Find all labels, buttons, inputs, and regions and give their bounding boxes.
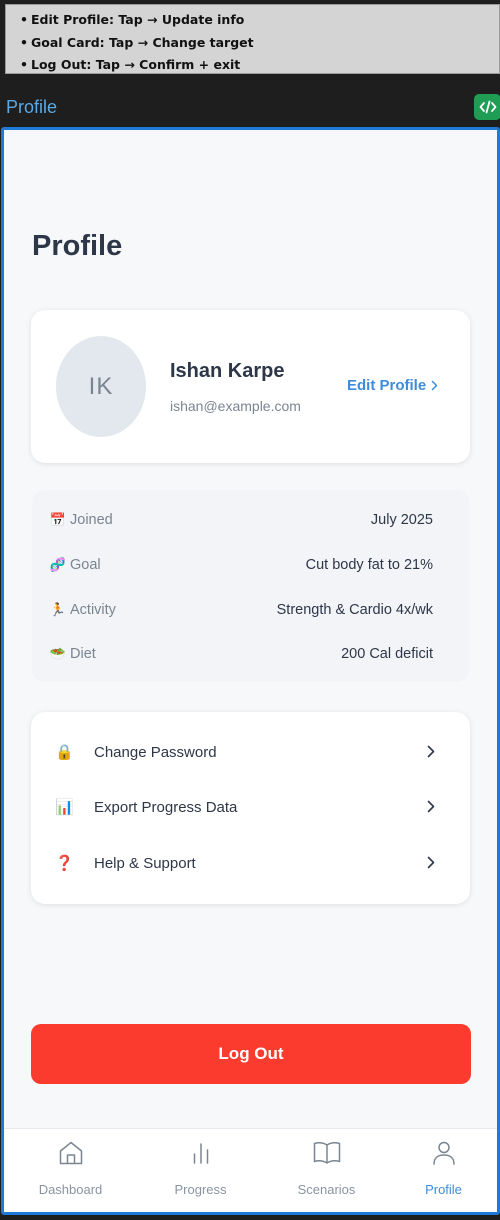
info-row-goal: 🧬 Goal Cut body fat to 21%	[49, 554, 433, 576]
preview-header: Profile	[0, 75, 500, 127]
info-label: Goal	[70, 557, 101, 573]
preview-title: Profile	[6, 97, 58, 117]
page-title: Profile	[32, 230, 123, 262]
bar-chart-icon: 📊	[55, 799, 74, 816]
dna-icon: 🧬	[49, 557, 67, 572]
info-value: 200 Cal deficit	[341, 646, 433, 662]
user-email: ishan@example.com	[170, 398, 301, 414]
tab-label: Progress	[174, 1182, 227, 1197]
note-item: Edit Profile: Tap → Update info	[20, 10, 499, 33]
tab-label: Profile	[425, 1182, 462, 1197]
info-label: Joined	[70, 512, 113, 528]
profile-card: IK Ishan Karpe ishan@example.com Edit Pr…	[31, 310, 470, 463]
chevron-right-icon	[427, 800, 435, 813]
export-progress-item[interactable]: 📊 Export Progress Data	[31, 783, 470, 831]
tab-progress[interactable]: Progress	[139, 1129, 262, 1212]
info-label: Activity	[70, 602, 116, 618]
info-row-activity: 🏃 Activity Strength & Cardio 4x/wk	[49, 599, 433, 621]
tab-profile[interactable]: Profile	[382, 1129, 497, 1212]
chevron-right-icon	[431, 380, 438, 391]
edit-profile-button[interactable]: Edit Profile	[347, 377, 438, 394]
question-mark-icon: ❓	[55, 855, 74, 872]
info-row-diet: 🥗 Diet 200 Cal deficit	[49, 643, 433, 665]
avatar: IK	[56, 336, 146, 437]
home-icon	[59, 1141, 82, 1165]
menu-item-label: Export Progress Data	[94, 798, 238, 816]
settings-menu: 🔒 Change Password 📊 Export Progress Data…	[31, 712, 470, 904]
avatar-initials: IK	[88, 372, 114, 400]
annotation-notes: Edit Profile: Tap → Update info Goal Car…	[5, 4, 500, 75]
goal-card[interactable]: 📅 Joined July 2025 🧬 Goal Cut body fat to …	[32, 490, 469, 682]
lock-icon: 🔒	[55, 744, 74, 761]
info-row-joined: 📅 Joined July 2025	[49, 509, 433, 531]
tab-label: Scenarios	[297, 1182, 356, 1197]
menu-item-label: Help & Support	[94, 854, 196, 872]
info-value: Strength & Cardio 4x/wk	[276, 602, 433, 618]
calendar-icon: 📅	[49, 512, 67, 527]
book-icon	[313, 1142, 340, 1164]
tab-scenarios[interactable]: Scenarios	[265, 1129, 388, 1212]
user-icon	[432, 1141, 455, 1165]
logout-button[interactable]: Log Out	[31, 1024, 471, 1084]
chevron-right-icon	[427, 745, 435, 758]
chevron-right-icon	[427, 856, 435, 869]
code-icon	[479, 100, 496, 114]
bar-chart-icon	[193, 1143, 208, 1164]
info-value: July 2025	[370, 512, 433, 528]
tab-dashboard[interactable]: Dashboard	[9, 1129, 132, 1212]
tab-label: Dashboard	[38, 1182, 103, 1197]
change-password-item[interactable]: 🔒 Change Password	[31, 728, 470, 776]
bottom-tab-bar: Dashboard Progress Scenarios Profile	[4, 1128, 497, 1212]
menu-item-label: Change Password	[94, 743, 217, 761]
help-support-item[interactable]: ❓ Help & Support	[31, 839, 470, 887]
info-value: Cut body fat to 21%	[305, 557, 433, 573]
runner-icon: 🏃	[49, 602, 67, 617]
user-name: Ishan Karpe	[170, 360, 285, 382]
info-label: Diet	[70, 646, 96, 662]
phone-screen: Profile IK Ishan Karpe ishan@example.com…	[1, 127, 500, 1215]
salad-icon: 🥗	[49, 646, 67, 661]
edit-profile-label: Edit Profile	[347, 377, 427, 394]
code-view-button[interactable]	[474, 94, 500, 120]
note-item: Goal Card: Tap → Change target	[20, 33, 499, 56]
